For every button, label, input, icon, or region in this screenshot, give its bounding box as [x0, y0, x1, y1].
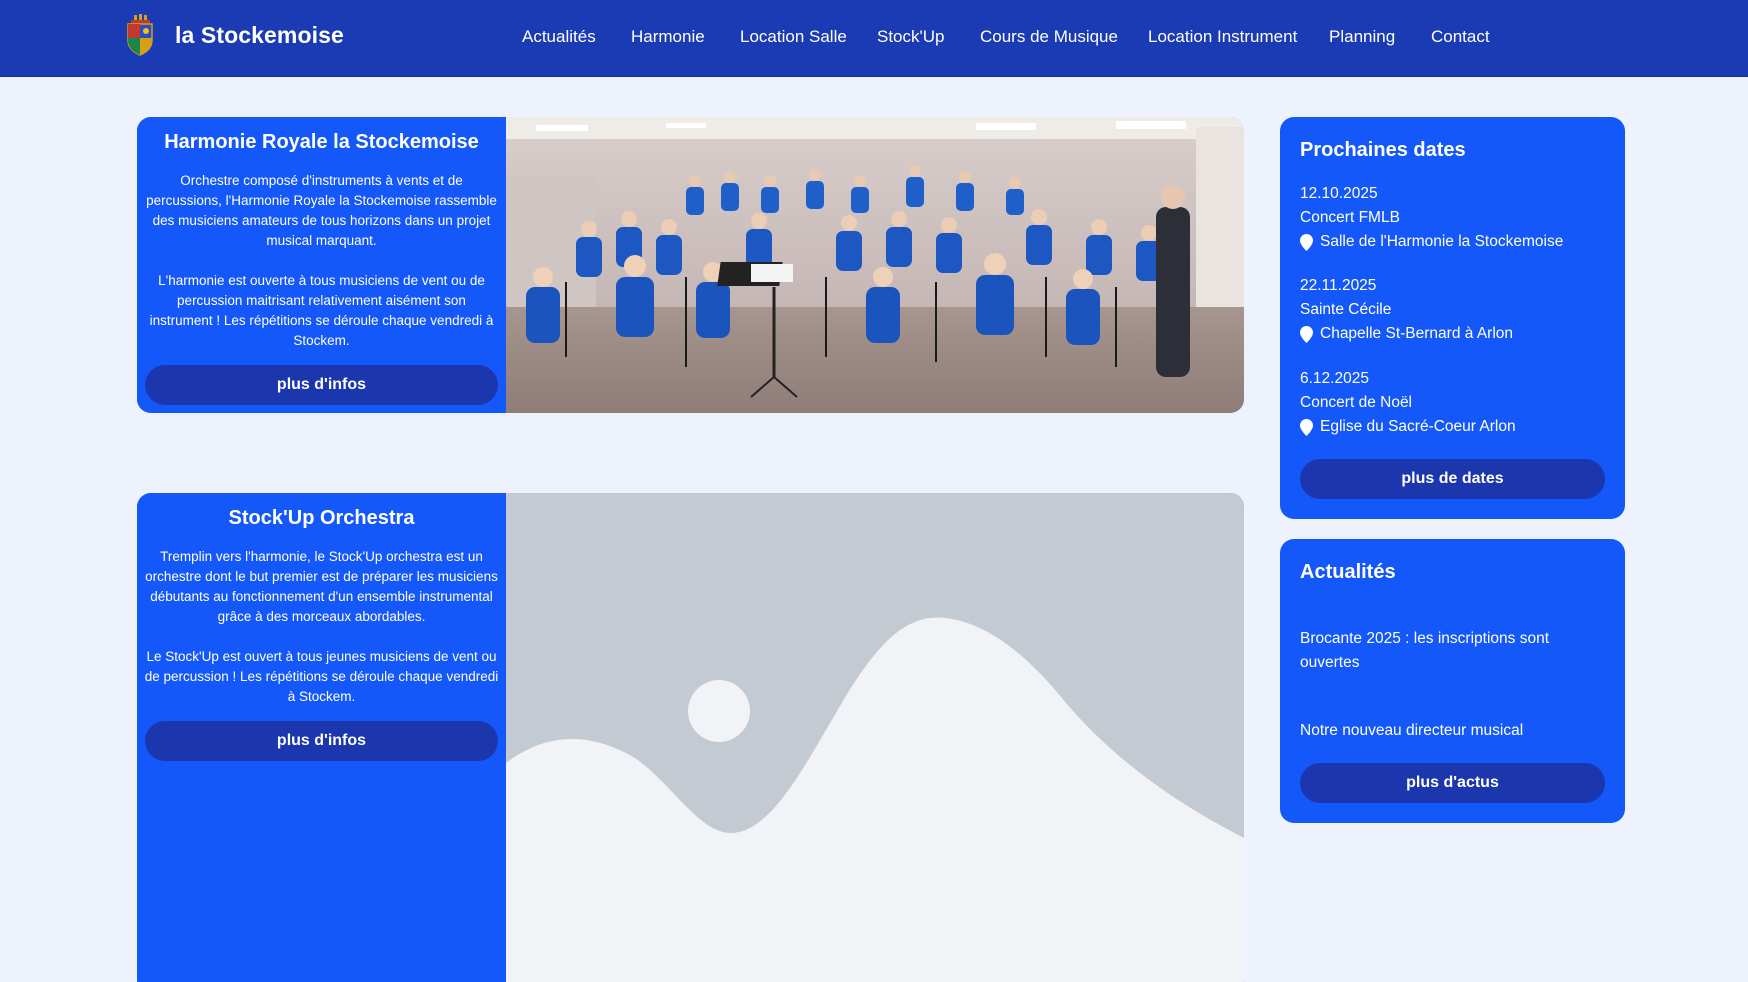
- placeholder-image-icon: [506, 493, 1244, 982]
- map-pin-icon: [1300, 418, 1313, 436]
- nav-cours-de-musique[interactable]: Cours de Musique: [980, 27, 1118, 47]
- harmonie-paragraph-1: Orchestre composé d'instruments à vents …: [146, 173, 497, 248]
- stockup-card-text: Stock'Up Orchestra Tremplin vers l'harmo…: [137, 493, 506, 982]
- nav-location-instrument[interactable]: Location Instrument: [1148, 27, 1297, 47]
- stockup-card: Stock'Up Orchestra Tremplin vers l'harmo…: [137, 493, 1244, 982]
- event-item: 12.10.2025 Concert FMLB Salle de l'Harmo…: [1300, 182, 1610, 254]
- event-location-text: Eglise du Sacré-Coeur Arlon: [1320, 418, 1516, 435]
- harmonie-card-description: Orchestre composé d'instruments à vents …: [144, 171, 499, 351]
- news-title: Actualités: [1300, 561, 1396, 583]
- more-dates-button[interactable]: plus de dates: [1300, 459, 1605, 499]
- event-name: Concert de Noël: [1300, 394, 1413, 411]
- news-item[interactable]: Notre nouveau directeur musical: [1300, 719, 1590, 743]
- stockup-paragraph-2: Le Stock'Up est ouvert à tous jeunes mus…: [144, 649, 499, 704]
- orchestra-photo-illustration: [506, 117, 1244, 413]
- map-pin-icon: [1300, 233, 1313, 251]
- brand-name: la Stockemoise: [175, 21, 344, 48]
- nav-actualites[interactable]: Actualités: [522, 27, 596, 47]
- nav-planning[interactable]: Planning: [1329, 27, 1395, 47]
- harmonie-paragraph-2: L'harmonie est ouverte à tous musiciens …: [149, 273, 494, 348]
- news-item[interactable]: Brocante 2025 : les inscriptions sont ou…: [1300, 627, 1590, 675]
- orchestra-photo: [506, 117, 1244, 413]
- event-location: Salle de l'Harmonie la Stockemoise: [1300, 230, 1610, 254]
- harmonie-info-button[interactable]: plus d'infos: [145, 365, 498, 405]
- event-date: 12.10.2025: [1300, 185, 1378, 202]
- event-date: 22.11.2025: [1300, 277, 1377, 294]
- harmonie-card-text: Harmonie Royale la Stockemoise Orchestre…: [137, 117, 506, 413]
- event-item: 22.11.2025 Sainte Cécile Chapelle St-Ber…: [1300, 274, 1610, 346]
- brand-link[interactable]: la Stockemoise: [125, 14, 344, 56]
- upcoming-dates-title: Prochaines dates: [1300, 139, 1466, 161]
- nav-harmonie[interactable]: Harmonie: [631, 27, 705, 47]
- event-location: Chapelle St-Bernard à Arlon: [1300, 322, 1610, 346]
- event-location-text: Chapelle St-Bernard à Arlon: [1320, 325, 1514, 342]
- stockup-card-description: Tremplin vers l'harmonie, le Stock'Up or…: [144, 547, 499, 707]
- navbar: la Stockemoise Actualités Harmonie Locat…: [0, 0, 1748, 77]
- map-pin-icon: [1300, 325, 1313, 343]
- nav-stockup[interactable]: Stock'Up: [877, 27, 945, 47]
- event-name: Concert FMLB: [1300, 209, 1400, 226]
- stockup-info-button[interactable]: plus d'infos: [145, 721, 498, 761]
- stockup-card-title: Stock'Up Orchestra: [228, 507, 415, 529]
- crest-icon: [127, 14, 153, 56]
- upcoming-dates-card: Prochaines dates 12.10.2025 Concert FMLB…: [1280, 117, 1625, 519]
- more-news-button[interactable]: plus d'actus: [1300, 763, 1605, 803]
- nav-contact[interactable]: Contact: [1431, 27, 1490, 47]
- harmonie-card-title: Harmonie Royale la Stockemoise: [164, 131, 479, 153]
- image-placeholder: [506, 493, 1244, 982]
- event-date: 6.12.2025: [1300, 370, 1369, 387]
- news-card: Actualités Brocante 2025 : les inscripti…: [1280, 539, 1625, 823]
- nav-location-salle[interactable]: Location Salle: [740, 27, 847, 47]
- event-name: Sainte Cécile: [1300, 301, 1392, 318]
- event-item: 6.12.2025 Concert de Noël Eglise du Sacr…: [1300, 367, 1610, 439]
- event-location-text: Salle de l'Harmonie la Stockemoise: [1320, 233, 1564, 250]
- harmonie-card: Harmonie Royale la Stockemoise Orchestre…: [137, 117, 1244, 413]
- stockup-paragraph-1: Tremplin vers l'harmonie, le Stock'Up or…: [145, 549, 498, 624]
- event-location: Eglise du Sacré-Coeur Arlon: [1300, 415, 1610, 439]
